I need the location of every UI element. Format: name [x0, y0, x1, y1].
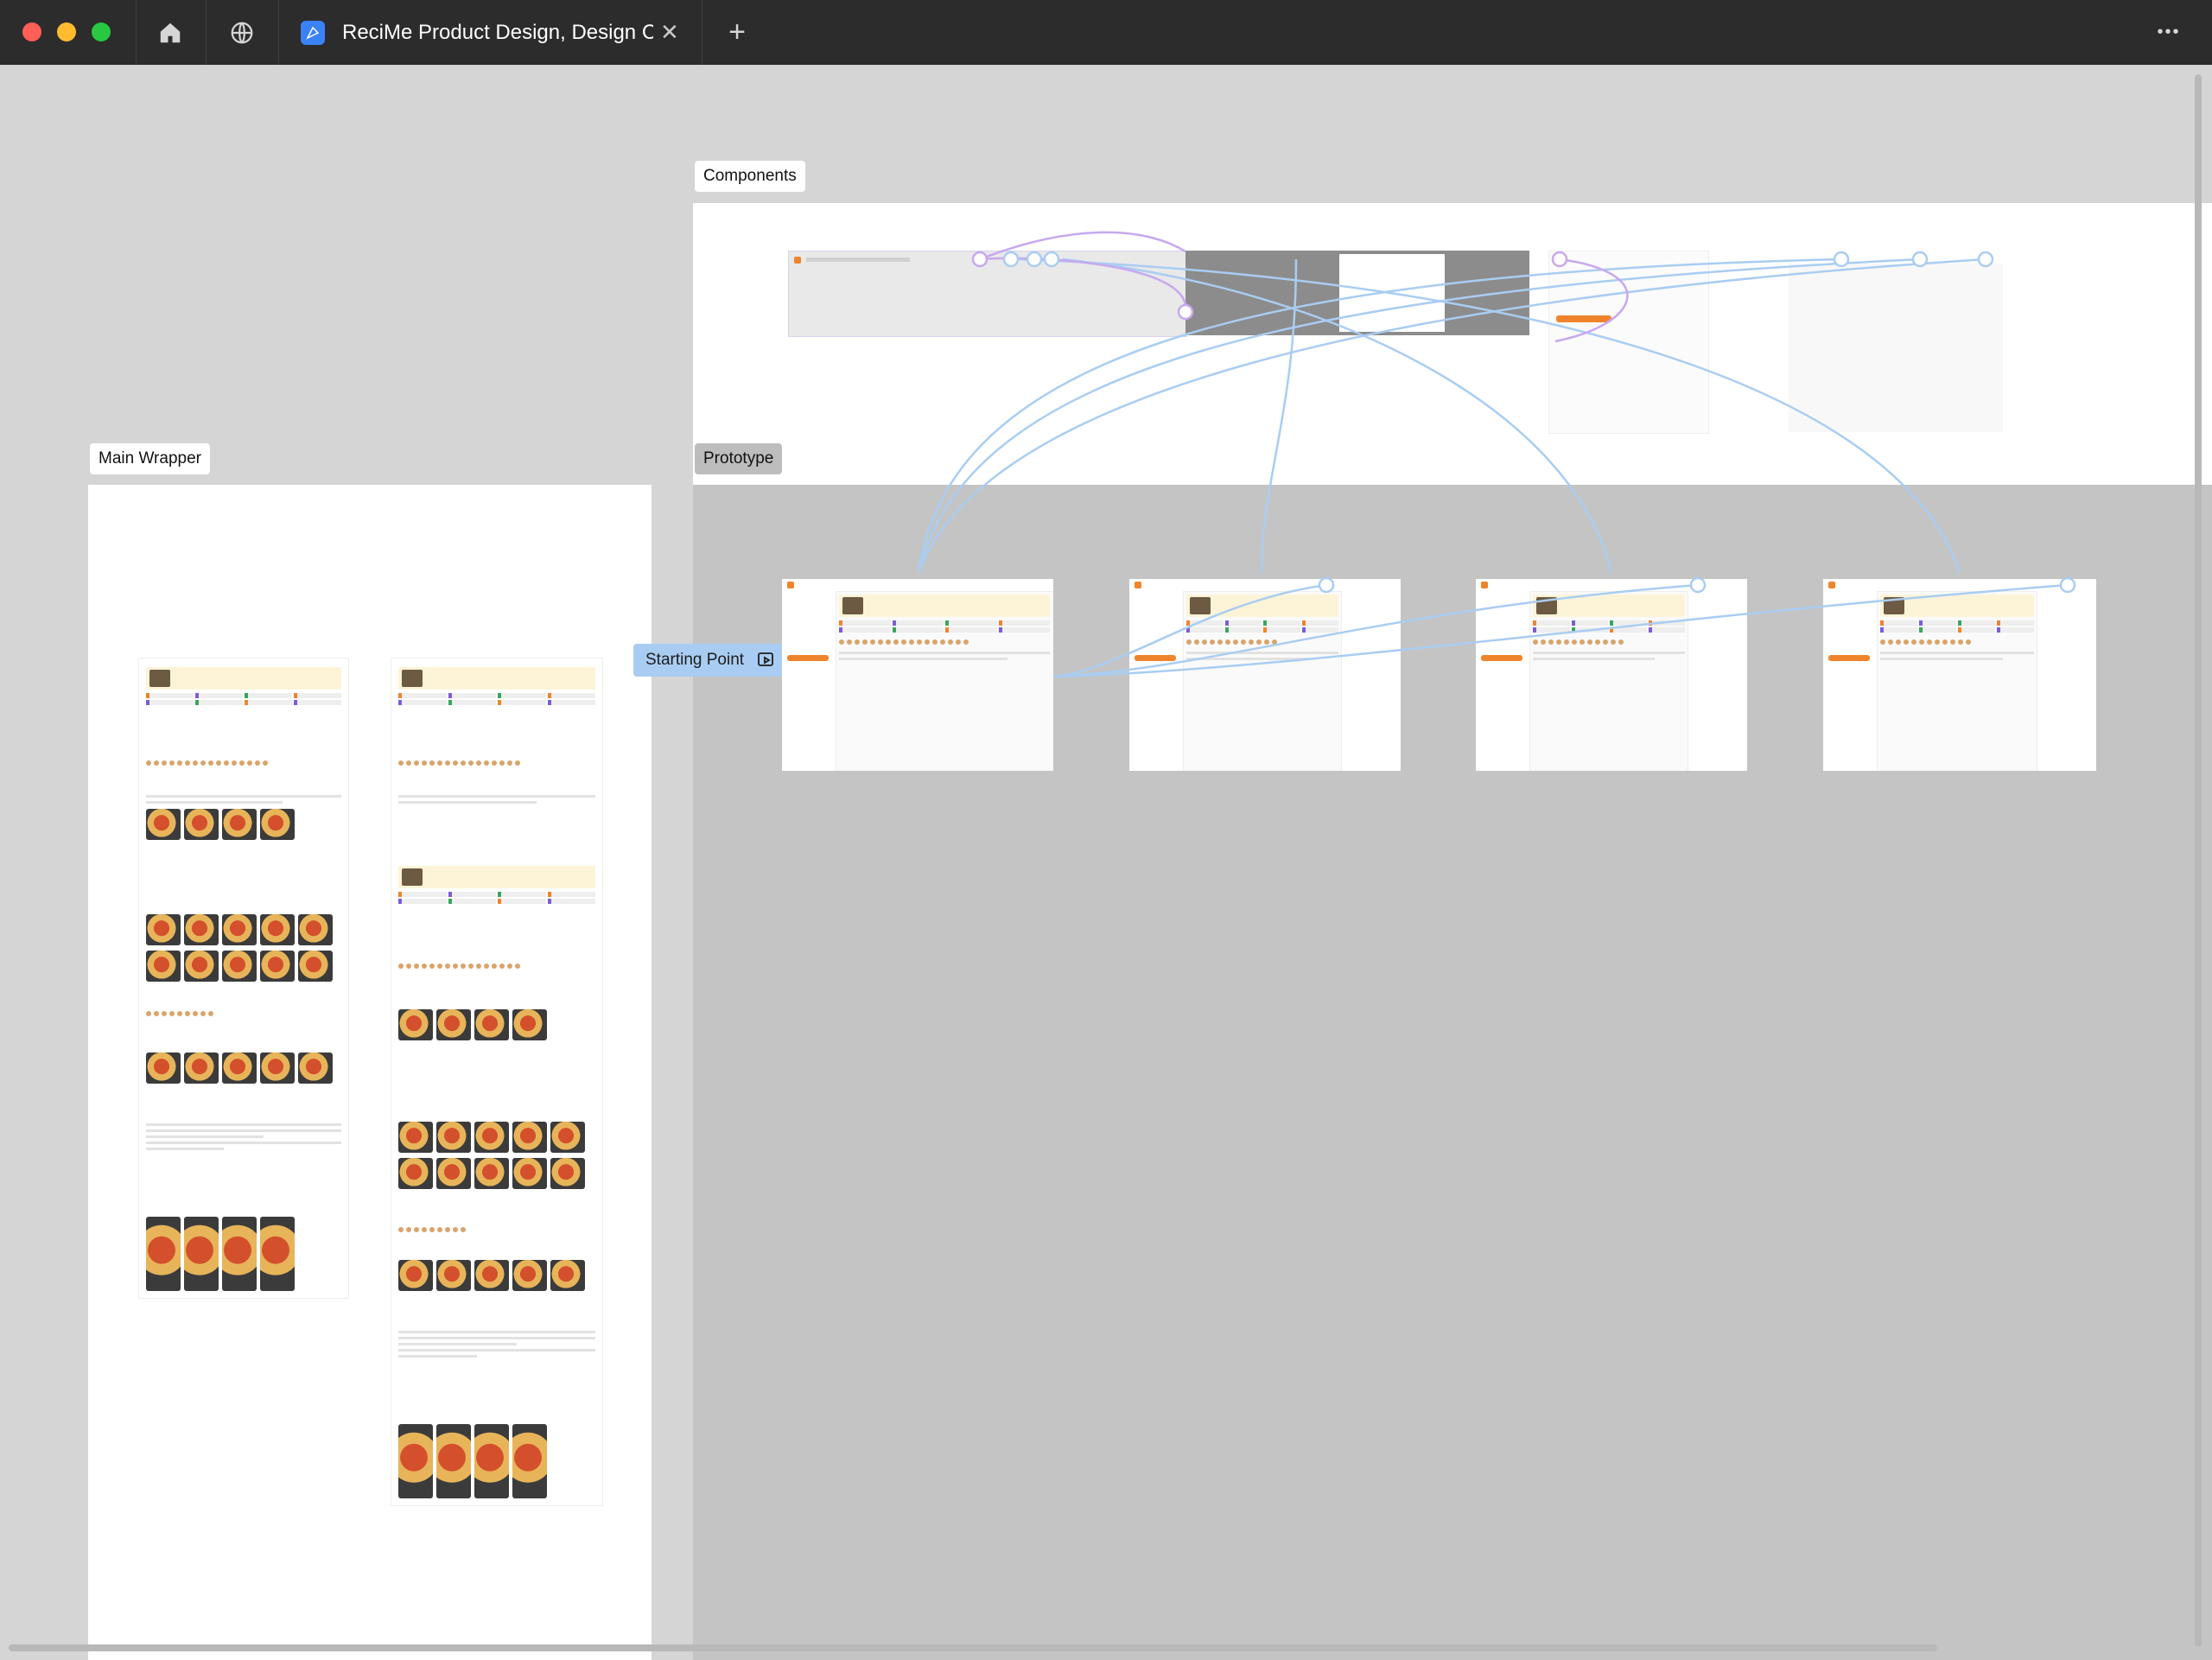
connector-handle [2059, 576, 2076, 594]
connector [917, 258, 1921, 574]
connector [1260, 258, 1298, 574]
figma-file-icon [301, 20, 325, 45]
title-bar: ReciMe Product Design, Design Ch ✕ + ••• [0, 0, 2212, 65]
connector [1019, 258, 1961, 574]
connector [917, 258, 1841, 574]
connector-handle [1833, 251, 1850, 268]
prototype-connections [917, 231, 2076, 678]
community-button[interactable] [206, 0, 278, 65]
home-icon [160, 22, 181, 42]
close-window-button[interactable] [22, 22, 41, 41]
home-button[interactable] [136, 0, 205, 65]
file-tab[interactable]: ReciMe Product Design, Design Ch ✕ [278, 0, 702, 65]
close-icon[interactable]: ✕ [660, 19, 679, 46]
plus-icon[interactable]: + [702, 0, 772, 65]
design-canvas[interactable]: Components Main Wrapper Prototype Starti… [0, 65, 2212, 1660]
connector-handle [1177, 303, 1194, 321]
connector-handle [1551, 251, 1568, 268]
globe-icon [231, 22, 253, 43]
horizontal-scrollbar[interactable] [9, 1644, 1937, 1651]
connector-handle [1977, 251, 1994, 268]
more-icon[interactable]: ••• [2143, 0, 2195, 65]
connector [1053, 583, 1699, 678]
connector-handle [971, 251, 988, 268]
connector-handle [1911, 251, 1929, 268]
minimize-window-button[interactable] [57, 22, 76, 41]
zoom-window-button[interactable] [92, 22, 111, 41]
connector-handle [1043, 251, 1060, 268]
connector [1053, 583, 1327, 678]
connector-handle [1689, 576, 1707, 594]
connector-handle [1026, 251, 1043, 268]
connector-handle [1002, 251, 1020, 268]
tab-title: ReciMe Product Design, Design Ch [342, 20, 653, 44]
connector-handle [1318, 576, 1335, 594]
connector [917, 258, 1986, 574]
vertical-scrollbar[interactable] [2195, 74, 2202, 1647]
